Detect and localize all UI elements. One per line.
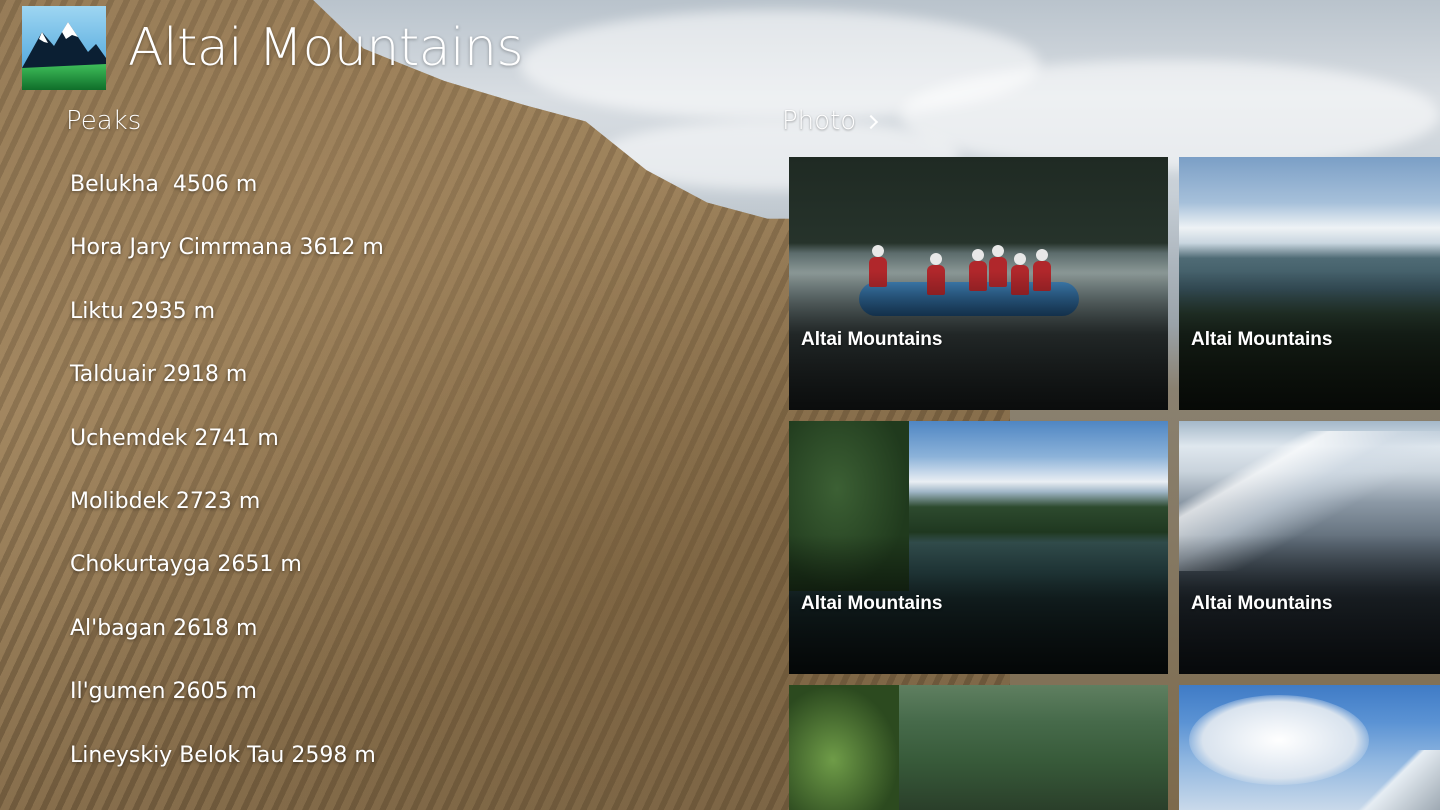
- list-item[interactable]: Molibdek 2723 m: [70, 489, 384, 552]
- list-item[interactable]: Il'gumen 2605 m: [70, 679, 384, 742]
- tile-caption: Altai Mountains: [801, 593, 943, 614]
- clouds-photo: [1179, 685, 1440, 810]
- photo-tile-rafting[interactable]: Altai Mountains: [789, 157, 1168, 410]
- photo-tile-river[interactable]: Altai Mountains: [789, 421, 1168, 674]
- photo-section-link[interactable]: Photo: [782, 106, 879, 136]
- chevron-right-icon: [864, 114, 879, 130]
- photo-tile-clouds[interactable]: [1179, 685, 1440, 810]
- tile-caption: Altai Mountains: [1191, 593, 1333, 614]
- mountain-logo-icon: [22, 6, 106, 90]
- peaks-header-label: Peaks: [66, 106, 142, 136]
- tile-caption: Altai Mountains: [1191, 329, 1333, 350]
- valley-photo: [789, 685, 1168, 810]
- list-item[interactable]: Al'bagan 2618 m: [70, 616, 384, 679]
- photo-tile-forest[interactable]: Altai Mountains: [1179, 157, 1440, 410]
- list-item[interactable]: Belukha 4506 m: [70, 172, 384, 235]
- list-item[interactable]: Lineyskiy Belok Tau 2598 m: [70, 743, 384, 806]
- list-item[interactable]: Hora Jary Cimrmana 3612 m: [70, 235, 384, 298]
- list-item[interactable]: Uchemdek 2741 m: [70, 426, 384, 489]
- tile-caption: Altai Mountains: [801, 329, 943, 350]
- peaks-list: Belukha 4506 m Hora Jary Cimrmana 3612 m…: [70, 172, 384, 806]
- list-item[interactable]: Talduair 2918 m: [70, 362, 384, 425]
- photo-tile-snow[interactable]: Altai Mountains: [1179, 421, 1440, 674]
- list-item[interactable]: Chokurtayga 2651 m: [70, 552, 384, 615]
- photo-tile-valley[interactable]: [789, 685, 1168, 810]
- peaks-section-header: Peaks: [66, 106, 141, 136]
- photo-header-label: Photo: [782, 106, 857, 136]
- app-header: Altai Mountains: [22, 6, 524, 90]
- list-item[interactable]: Liktu 2935 m: [70, 299, 384, 362]
- app-title: Altai Mountains: [128, 18, 524, 78]
